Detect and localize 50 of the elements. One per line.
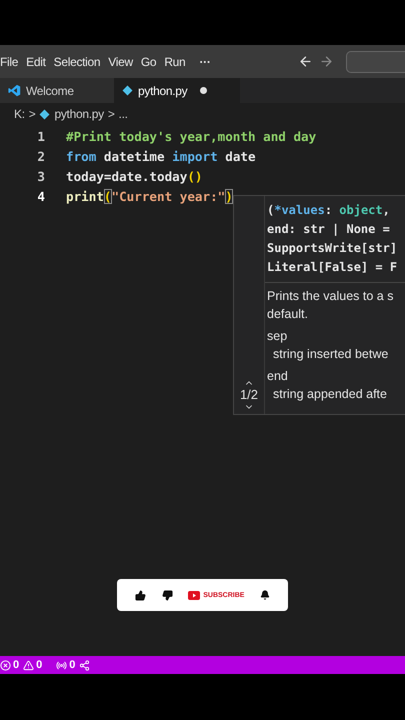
doc-text: string inserted betwe — [272, 346, 390, 363]
menu-item[interactable]: ··· — [193, 54, 219, 68]
forward-arrow-icon[interactable] — [319, 54, 334, 69]
bell-icon[interactable] — [260, 590, 270, 600]
thumbs-down-icon[interactable] — [162, 590, 173, 600]
signature-line: (*values: object, — [267, 202, 391, 219]
error-icon — [0, 660, 11, 670]
code-line: from datetime import date — [66, 148, 256, 164]
doc-text: sep — [267, 328, 288, 345]
doc-text: string appended afte — [272, 386, 388, 403]
signature-line: end: str | None = — [267, 221, 391, 238]
menu-item[interactable]: Selection — [54, 54, 108, 68]
breadcrumb-item[interactable]: > — [28, 107, 36, 121]
menu-item[interactable]: View — [108, 54, 141, 68]
python-file-icon — [122, 85, 133, 96]
status-item[interactable]: 0 — [23, 659, 42, 671]
breadcrumb-item[interactable]: python.py — [54, 107, 104, 121]
line-number: 3 — [36, 168, 46, 184]
play-logo-icon — [188, 590, 200, 600]
code-line: print("Current year:") — [66, 188, 233, 204]
signature-line: Literal[False] = F — [267, 259, 398, 276]
doc-text: default. — [267, 306, 310, 323]
tab-label: python.py — [138, 84, 188, 98]
line-number: 1 — [36, 128, 46, 144]
python-file-icon — [39, 108, 50, 120]
status-item[interactable]: 0 — [0, 659, 20, 671]
breadcrumb-item[interactable]: K: — [14, 107, 25, 121]
overload-counter: 1/2 — [240, 388, 258, 402]
editor-tab[interactable]: python.py — [114, 78, 240, 103]
doc-text: Prints the values to a s — [267, 288, 394, 305]
warning-icon — [23, 660, 34, 670]
doc-text: end — [267, 368, 289, 385]
breadcrumb-item[interactable]: ... — [118, 107, 128, 121]
menu-item[interactable]: Edit — [26, 54, 54, 68]
code-line: #Print today's year,month and day — [66, 128, 316, 144]
menu-item[interactable]: File — [0, 54, 26, 68]
status-item[interactable]: 0 — [56, 659, 76, 671]
menu-item[interactable]: Run — [164, 54, 194, 68]
code-line: today=date.today() — [66, 168, 202, 184]
line-number: 4 — [36, 188, 46, 204]
breadcrumb-item[interactable]: > — [108, 107, 115, 121]
code-editor-logo-icon — [8, 84, 21, 97]
line-number: 2 — [36, 148, 46, 164]
tab-label: Welcome — [26, 84, 74, 98]
menu-item[interactable]: Go — [140, 54, 164, 68]
signature-line: SupportsWrite[str] — [267, 240, 398, 257]
search-field[interactable] — [346, 50, 405, 72]
antenna-icon — [56, 660, 68, 670]
thumbs-up-icon[interactable] — [134, 590, 146, 600]
editor-tab[interactable]: Welcome — [0, 78, 114, 103]
